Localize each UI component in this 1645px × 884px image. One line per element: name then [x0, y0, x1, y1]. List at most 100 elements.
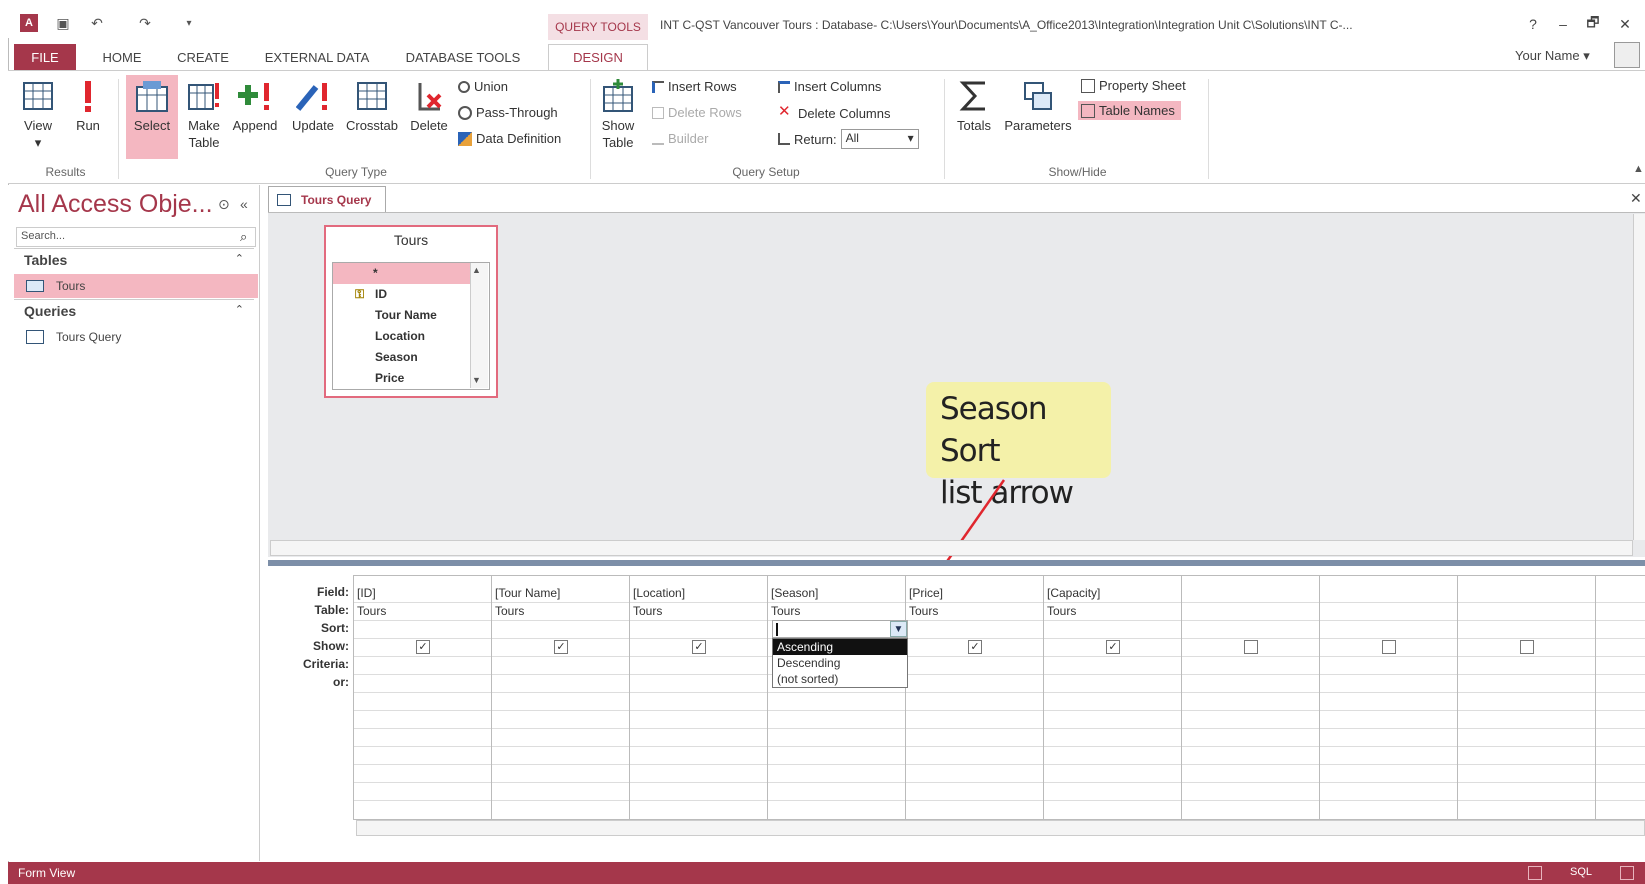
field-cell[interactable]: [Location] [633, 586, 685, 600]
grid-column-season[interactable]: [Season] Tours [768, 576, 906, 819]
tab-database-tools[interactable]: DATABASE TOOLS [398, 44, 528, 70]
crosstab-button[interactable]: Crosstab [342, 79, 402, 134]
tab-design[interactable]: DESIGN [548, 44, 648, 70]
design-view-icon[interactable] [1620, 866, 1634, 880]
grid-column-tour-name[interactable]: [Tour Name] Tours ✓ [492, 576, 630, 819]
nav-pane-title[interactable]: All Access Obje... [18, 190, 213, 219]
field-list-scrollbar[interactable] [470, 263, 488, 388]
undo-icon[interactable]: ↶ [88, 14, 106, 32]
minimize-button[interactable]: – [1550, 14, 1576, 34]
delete-rows-button[interactable]: Delete Rows [652, 105, 742, 120]
run-button[interactable]: Run [68, 79, 108, 134]
insert-columns-button[interactable]: Insert Columns [778, 79, 881, 94]
tab-tours-query[interactable]: Tours Query [268, 186, 386, 212]
return-select[interactable]: All ▾ [840, 129, 919, 149]
delete-columns-button[interactable]: ✕ Delete Columns [778, 104, 891, 121]
show-table-button[interactable]: Show Table [596, 79, 640, 151]
show-checkbox[interactable] [1382, 640, 1396, 654]
nav-search-input[interactable]: Search... [16, 227, 256, 247]
show-checkbox[interactable]: ✓ [968, 640, 982, 654]
show-checkbox[interactable] [1244, 640, 1258, 654]
field-price[interactable]: Price [333, 368, 471, 389]
nav-menu-icon[interactable]: ⊙ [218, 196, 230, 213]
select-query-button[interactable]: Select [126, 75, 178, 159]
close-icon[interactable]: ✕ [1630, 190, 1642, 207]
field-cell[interactable]: [Price] [909, 586, 943, 600]
field-season[interactable]: Season [333, 347, 471, 368]
table-cell[interactable]: Tours [357, 604, 386, 618]
pass-through-button[interactable]: Pass-Through [458, 105, 558, 120]
field-id[interactable]: ⚿ ID [333, 284, 471, 305]
builder-button[interactable]: Builder [652, 131, 708, 146]
view-button[interactable]: View ▾ [18, 79, 58, 151]
grid-column-id[interactable]: [ID] Tours ✓ [354, 576, 492, 819]
union-button[interactable]: Union [458, 79, 508, 94]
access-logo-icon[interactable]: A [20, 14, 38, 32]
tab-file[interactable]: FILE [14, 44, 76, 70]
scroll-up-icon[interactable]: ▲ [472, 265, 481, 275]
scroll-down-icon[interactable]: ▼ [472, 375, 481, 385]
shutter-bar-icon[interactable]: « [240, 196, 248, 212]
table-cell[interactable]: Tours [909, 604, 938, 618]
show-checkbox[interactable]: ✓ [554, 640, 568, 654]
show-checkbox[interactable]: ✓ [416, 640, 430, 654]
grid-horizontal-scrollbar[interactable] [356, 820, 1645, 836]
datasheet-view-icon[interactable] [1528, 866, 1542, 880]
tab-create[interactable]: CREATE [168, 44, 238, 70]
field-cell[interactable]: [Tour Name] [495, 586, 560, 600]
show-checkbox[interactable] [1520, 640, 1534, 654]
parameters-button[interactable]: Parameters [1002, 79, 1074, 134]
field-all[interactable]: * [333, 263, 471, 284]
sort-option-ascending[interactable]: Ascending [773, 639, 907, 655]
field-tour-name[interactable]: Tour Name [333, 305, 471, 326]
table-cell[interactable]: Tours [771, 604, 800, 618]
user-name[interactable]: Your Name ▾ [1515, 48, 1590, 64]
table-names-button[interactable]: Table Names [1078, 101, 1181, 120]
sort-option-not-sorted[interactable]: (not sorted) [773, 671, 907, 687]
show-checkbox[interactable]: ✓ [692, 640, 706, 654]
show-checkbox[interactable]: ✓ [1106, 640, 1120, 654]
grid-column-empty[interactable] [1320, 576, 1458, 819]
property-sheet-button[interactable]: Property Sheet [1078, 77, 1189, 94]
grid-column-price[interactable]: [Price] Tours ✓ [906, 576, 1044, 819]
season-sort-input[interactable] [772, 620, 908, 638]
table-cell[interactable]: Tours [1047, 604, 1076, 618]
field-location[interactable]: Location [333, 326, 471, 347]
table-cell[interactable]: Tours [633, 604, 662, 618]
table-cell[interactable]: Tours [495, 604, 524, 618]
nav-group-queries[interactable]: Queries ⌃ [14, 299, 254, 323]
insert-rows-button[interactable]: Insert Rows [652, 79, 737, 94]
sql-view-icon[interactable]: SQL [1570, 866, 1592, 880]
data-definition-button[interactable]: Data Definition [458, 131, 561, 146]
upper-vertical-scrollbar[interactable] [1633, 214, 1645, 540]
upper-horizontal-scrollbar[interactable] [270, 540, 1633, 556]
update-button[interactable]: Update [286, 79, 340, 134]
tab-home[interactable]: HOME [90, 44, 154, 70]
nav-group-tables[interactable]: Tables ⌃ [14, 248, 254, 272]
close-window-button[interactable]: ✕ [1612, 14, 1638, 34]
season-sort-list-arrow[interactable]: ▼ [890, 621, 907, 637]
grid-column-empty[interactable] [1182, 576, 1320, 819]
grid-column-location[interactable]: [Location] Tours ✓ [630, 576, 768, 819]
field-cell[interactable]: [ID] [357, 586, 376, 600]
tab-external-data[interactable]: EXTERNAL DATA [256, 44, 378, 70]
nav-item-tours-table[interactable]: Tours [14, 274, 258, 298]
avatar[interactable] [1614, 42, 1640, 68]
save-icon[interactable]: ▣ [54, 14, 72, 32]
delete-query-button[interactable]: Delete [406, 79, 452, 134]
totals-button[interactable]: Totals [950, 79, 998, 134]
collapse-ribbon-icon[interactable]: ▲ [1633, 163, 1644, 175]
append-button[interactable]: Append [228, 79, 282, 134]
nav-item-tours-query[interactable]: Tours Query [14, 325, 258, 349]
make-table-button[interactable]: Make Table [182, 79, 226, 151]
grid-column-empty[interactable] [1458, 576, 1596, 819]
redo-icon[interactable]: ↷ [136, 14, 154, 32]
field-cell[interactable]: [Season] [771, 586, 818, 600]
restore-button[interactable]: 🗗 [1580, 14, 1606, 34]
help-button[interactable]: ? [1520, 14, 1546, 34]
grid-column-capacity[interactable]: [Capacity] Tours ✓ [1044, 576, 1182, 819]
search-icon[interactable]: ⌕ [240, 229, 247, 245]
field-cell[interactable]: [Capacity] [1047, 586, 1100, 600]
customize-qat-icon[interactable]: ▾ [180, 14, 198, 32]
sort-option-descending[interactable]: Descending [773, 655, 907, 671]
